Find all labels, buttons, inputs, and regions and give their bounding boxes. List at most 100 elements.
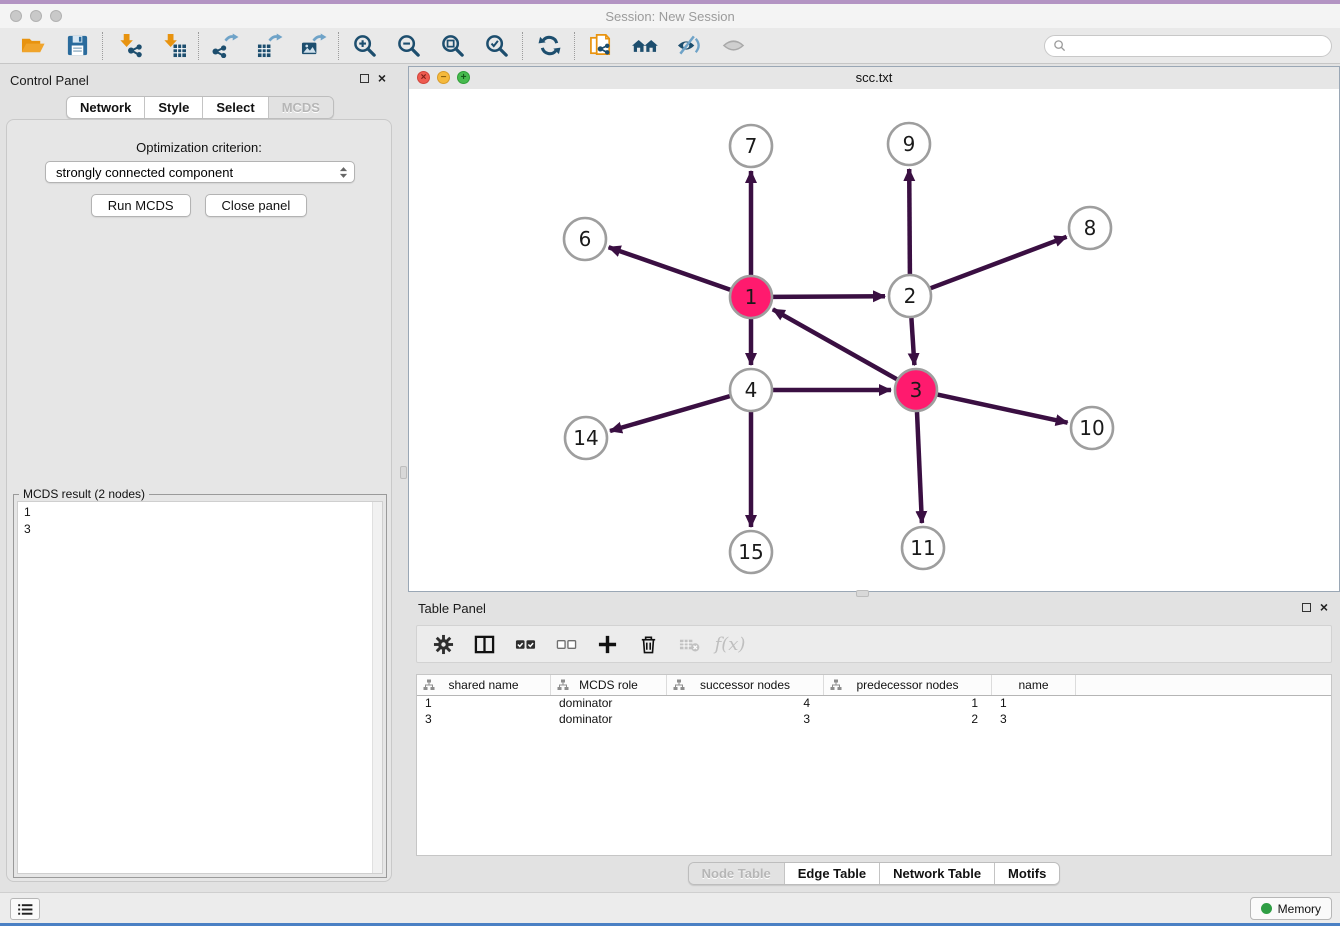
table-cell[interactable]: 1 xyxy=(992,696,1076,712)
table-settings-icon[interactable] xyxy=(431,632,455,656)
zoom-fit-icon[interactable] xyxy=(439,33,467,59)
table-tab-node-table[interactable]: Node Table xyxy=(689,863,785,884)
export-network-icon[interactable] xyxy=(211,33,239,59)
table-cell[interactable]: 1 xyxy=(417,696,551,712)
table-toolbar: f(x) xyxy=(416,625,1332,663)
graph-node-10[interactable]: 10 xyxy=(1071,407,1113,449)
network-window-titlebar[interactable]: × − + scc.txt xyxy=(409,67,1339,90)
zoom-selected-icon[interactable] xyxy=(483,33,511,59)
svg-text:15: 15 xyxy=(738,540,763,564)
mcds-result-list[interactable]: 1 3 xyxy=(17,501,383,874)
vertical-splitter-grip[interactable] xyxy=(400,466,407,479)
float-table-panel-icon[interactable] xyxy=(1302,603,1311,612)
memory-button[interactable]: Memory xyxy=(1250,897,1332,920)
tab-select[interactable]: Select xyxy=(203,97,268,118)
unselect-all-columns-icon[interactable] xyxy=(554,632,578,656)
select-all-columns-icon[interactable] xyxy=(513,632,537,656)
home-layout-icon[interactable] xyxy=(631,33,659,59)
task-history-button[interactable] xyxy=(10,898,40,920)
node-table: shared nameMCDS rolesuccessor nodesprede… xyxy=(416,674,1332,856)
zoom-out-icon[interactable] xyxy=(395,33,423,59)
horizontal-splitter-grip[interactable] xyxy=(856,590,869,597)
table-cell[interactable]: 1 xyxy=(824,696,992,712)
edge-2-8[interactable] xyxy=(931,237,1067,288)
result-scrollbar[interactable] xyxy=(372,502,382,873)
table-row[interactable]: 1dominator411 xyxy=(417,696,1331,712)
graph-node-15[interactable]: 15 xyxy=(730,531,772,573)
vertical-splitter[interactable] xyxy=(400,64,408,892)
graph-node-3[interactable]: 3 xyxy=(895,369,937,411)
delete-column-icon[interactable] xyxy=(636,632,660,656)
graph-node-2[interactable]: 2 xyxy=(889,275,931,317)
table-tab-motifs[interactable]: Motifs xyxy=(995,863,1059,884)
run-mcds-button[interactable]: Run MCDS xyxy=(91,194,191,217)
graph-node-9[interactable]: 9 xyxy=(888,123,930,165)
graph-node-1[interactable]: 1 xyxy=(730,276,772,318)
open-session-icon[interactable] xyxy=(19,33,47,59)
edge-3-1[interactable] xyxy=(773,309,897,379)
import-table-icon[interactable] xyxy=(159,33,187,59)
table-cell[interactable]: dominator xyxy=(551,696,667,712)
search-box[interactable] xyxy=(1044,35,1332,57)
column-header-name[interactable]: name xyxy=(992,675,1076,695)
graph-node-4[interactable]: 4 xyxy=(730,369,772,411)
criterion-select[interactable]: strongly connected component xyxy=(45,161,355,183)
tree-icon xyxy=(673,679,685,691)
refresh-view-icon[interactable] xyxy=(535,33,563,59)
table-cell[interactable]: 4 xyxy=(667,696,824,712)
mcds-result-values: 1 3 xyxy=(18,502,382,540)
edge-2-9[interactable] xyxy=(909,169,910,274)
import-network-icon[interactable] xyxy=(115,33,143,59)
column-header-MCDS-role[interactable]: MCDS role xyxy=(551,675,667,695)
table-row[interactable]: 3dominator323 xyxy=(417,712,1331,728)
export-table-icon[interactable] xyxy=(255,33,283,59)
application-window: Session: New Session Control Panel × Net… xyxy=(0,0,1340,926)
clone-network-icon[interactable] xyxy=(587,33,615,59)
search-input[interactable] xyxy=(1071,38,1323,54)
close-table-panel-icon[interactable]: × xyxy=(1320,602,1328,612)
hide-panels-icon[interactable] xyxy=(675,33,703,59)
svg-text:14: 14 xyxy=(573,426,598,450)
graph-node-6[interactable]: 6 xyxy=(564,218,606,260)
tab-network[interactable]: Network xyxy=(67,97,145,118)
edge-4-14[interactable] xyxy=(610,396,730,431)
tab-style[interactable]: Style xyxy=(145,97,203,118)
column-header-predecessor-nodes[interactable]: predecessor nodes xyxy=(824,675,992,695)
edge-1-6[interactable] xyxy=(609,247,731,290)
table-panel: Table Panel × f(x) shared nameMCDS roles… xyxy=(408,597,1340,888)
close-panel-button[interactable]: Close panel xyxy=(205,194,308,217)
column-header-successor-nodes[interactable]: successor nodes xyxy=(667,675,824,695)
tab-mcds[interactable]: MCDS xyxy=(269,97,333,118)
os-titlebar: Session: New Session xyxy=(0,4,1340,28)
svg-text:9: 9 xyxy=(903,132,916,156)
graph-node-11[interactable]: 11 xyxy=(902,527,944,569)
edge-3-11[interactable] xyxy=(917,412,922,523)
graph-node-8[interactable]: 8 xyxy=(1069,207,1111,249)
svg-text:7: 7 xyxy=(745,134,758,158)
graph-node-7[interactable]: 7 xyxy=(730,125,772,167)
edge-2-3[interactable] xyxy=(911,318,914,365)
table-cell[interactable]: dominator xyxy=(551,712,667,728)
network-canvas[interactable]: 7 9 6 8 1 2 4 3 14 10 15 11 xyxy=(409,89,1339,591)
svg-text:3: 3 xyxy=(910,378,923,402)
tree-icon xyxy=(830,679,842,691)
table-tab-edge-table[interactable]: Edge Table xyxy=(785,863,880,884)
add-column-icon[interactable] xyxy=(595,632,619,656)
show-columns-icon[interactable] xyxy=(472,632,496,656)
edge-1-2[interactable] xyxy=(773,296,885,297)
table-cell[interactable]: 3 xyxy=(992,712,1076,728)
table-cell[interactable]: 2 xyxy=(824,712,992,728)
table-cell[interactable]: 3 xyxy=(417,712,551,728)
column-header-shared-name[interactable]: shared name xyxy=(417,675,551,695)
table-tab-network-table[interactable]: Network Table xyxy=(880,863,995,884)
edge-3-10[interactable] xyxy=(938,395,1068,423)
graph-node-14[interactable]: 14 xyxy=(565,417,607,459)
node-table-body: 1dominator4113dominator323 xyxy=(417,696,1331,728)
table-panel-title: Table Panel xyxy=(418,601,486,616)
table-cell[interactable]: 3 xyxy=(667,712,824,728)
close-panel-icon[interactable]: × xyxy=(378,73,386,83)
export-image-icon[interactable] xyxy=(299,33,327,59)
save-session-icon[interactable] xyxy=(63,33,91,59)
float-panel-icon[interactable] xyxy=(360,74,369,83)
zoom-in-icon[interactable] xyxy=(351,33,379,59)
